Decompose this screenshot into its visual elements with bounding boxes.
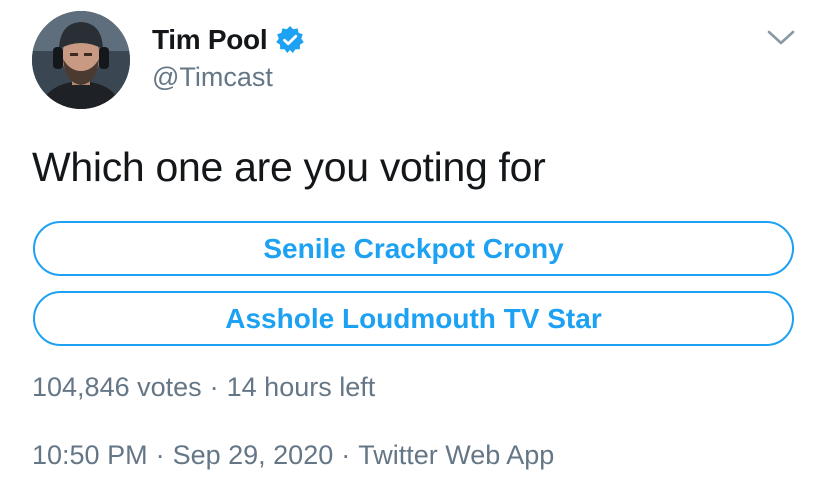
tweet-date[interactable]: Sep 29, 2020: [173, 440, 334, 470]
tweet-text: Which one are you voting for: [32, 144, 546, 190]
author-row: Tim Pool: [152, 24, 305, 56]
verified-badge-icon: [275, 25, 305, 55]
tweet-source[interactable]: Twitter Web App: [358, 440, 554, 470]
tweet-time[interactable]: 10:50 PM: [32, 440, 148, 470]
poll-option-1[interactable]: Senile Crackpot Crony: [33, 221, 794, 276]
separator: ·: [155, 440, 165, 470]
author-handle[interactable]: @Timcast: [152, 62, 273, 93]
separator: ·: [209, 372, 219, 402]
tweet-timestamp: 10:50 PM · Sep 29, 2020 · Twitter Web App: [32, 440, 554, 471]
poll-option-label: Asshole Loudmouth TV Star: [225, 302, 602, 334]
poll-option-2[interactable]: Asshole Loudmouth TV Star: [33, 291, 794, 346]
poll-option-label: Senile Crackpot Crony: [263, 232, 564, 264]
poll-time-left: 14 hours left: [226, 372, 376, 402]
chevron-down-icon[interactable]: [766, 26, 796, 48]
poll-meta: 104,846 votes · 14 hours left: [32, 372, 375, 403]
avatar[interactable]: [32, 11, 130, 109]
author-name[interactable]: Tim Pool: [152, 24, 268, 56]
separator: ·: [341, 440, 351, 470]
poll-vote-count: 104,846 votes: [32, 372, 202, 402]
